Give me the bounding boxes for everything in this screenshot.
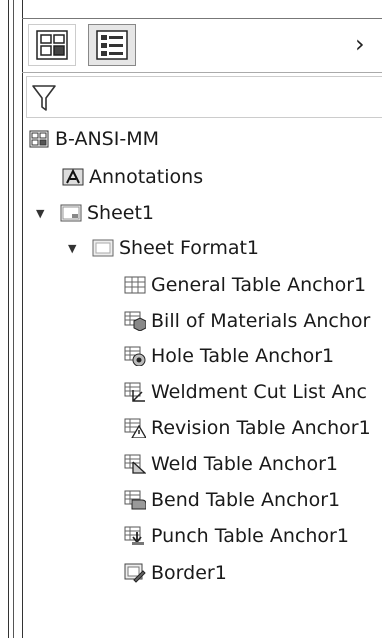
tree-item-label: Annotations — [89, 166, 204, 188]
tree-item-anchor[interactable]: Hole Table Anchor1 — [124, 341, 334, 371]
collapse-arrow-icon[interactable]: ▼ — [68, 242, 76, 255]
sheet-format-icon — [92, 237, 114, 259]
tree-item-sheet[interactable]: Sheet1 — [60, 198, 154, 228]
tree-item-label: Bill of Materials Anchor — [151, 310, 371, 332]
border-icon — [124, 562, 146, 584]
tree-item-label: Border1 — [151, 562, 227, 584]
expand-panel-button[interactable]: › — [355, 30, 365, 58]
top-divider — [22, 18, 382, 19]
hole-table-icon — [124, 345, 146, 367]
tree-item-anchor[interactable]: Weldment Cut List Anc — [124, 377, 367, 407]
tree-item-anchor[interactable]: Punch Table Anchor1 — [124, 521, 349, 551]
tree-item-label: Bend Table Anchor1 — [151, 489, 341, 511]
bom-table-icon — [124, 310, 146, 332]
tree-item-label: General Table Anchor1 — [151, 274, 367, 296]
window-frame — [8, 0, 23, 638]
tree-filter[interactable] — [26, 76, 382, 118]
annotations-icon — [62, 166, 84, 188]
tree-item-anchor[interactable]: Weld Table Anchor1 — [124, 449, 338, 479]
cut-list-icon — [124, 381, 146, 403]
collapse-arrow-icon[interactable]: ▼ — [36, 207, 44, 220]
sheet-layout-icon — [36, 30, 68, 60]
sheet-icon — [60, 202, 82, 224]
tree-item-label: Sheet Format1 — [119, 237, 260, 259]
tree-item-label: Sheet1 — [87, 202, 155, 224]
tree-item-anchor[interactable]: Border1 — [124, 558, 227, 588]
chevron-right-icon: › — [355, 30, 365, 58]
tree-item-label: Weldment Cut List Anc — [151, 381, 367, 403]
tree-item-label: B-ANSI-MM — [55, 128, 159, 150]
feature-tree-button[interactable] — [88, 24, 136, 66]
general-table-icon — [124, 274, 146, 296]
feature-list-icon — [96, 30, 128, 60]
tree-item-label: Hole Table Anchor1 — [151, 345, 335, 367]
bend-table-icon — [124, 489, 146, 511]
drawing-icon — [28, 128, 50, 150]
tree-item-sheet-format[interactable]: Sheet Format1 — [92, 233, 259, 263]
tree-item-label: Revision Table Anchor1 — [151, 417, 371, 439]
revision-table-icon — [124, 417, 146, 439]
tree-item-label: Punch Table Anchor1 — [151, 525, 349, 547]
sheet-view-button[interactable] — [28, 24, 76, 66]
tree-item-annotations[interactable]: Annotations — [62, 162, 203, 192]
tree-item-label: Weld Table Anchor1 — [151, 453, 338, 475]
tree-item-anchor[interactable]: Revision Table Anchor1 — [124, 413, 371, 443]
tree-item-anchor[interactable]: General Table Anchor1 — [124, 270, 366, 300]
punch-table-icon — [124, 525, 146, 547]
tree-item-anchor[interactable]: Bend Table Anchor1 — [124, 485, 340, 515]
filter-icon — [32, 85, 56, 111]
tree-item-root[interactable]: B-ANSI-MM — [28, 124, 159, 154]
toolbar-divider — [22, 72, 382, 73]
weld-table-icon — [124, 453, 146, 475]
tree-item-anchor[interactable]: Bill of Materials Anchor — [124, 306, 370, 336]
